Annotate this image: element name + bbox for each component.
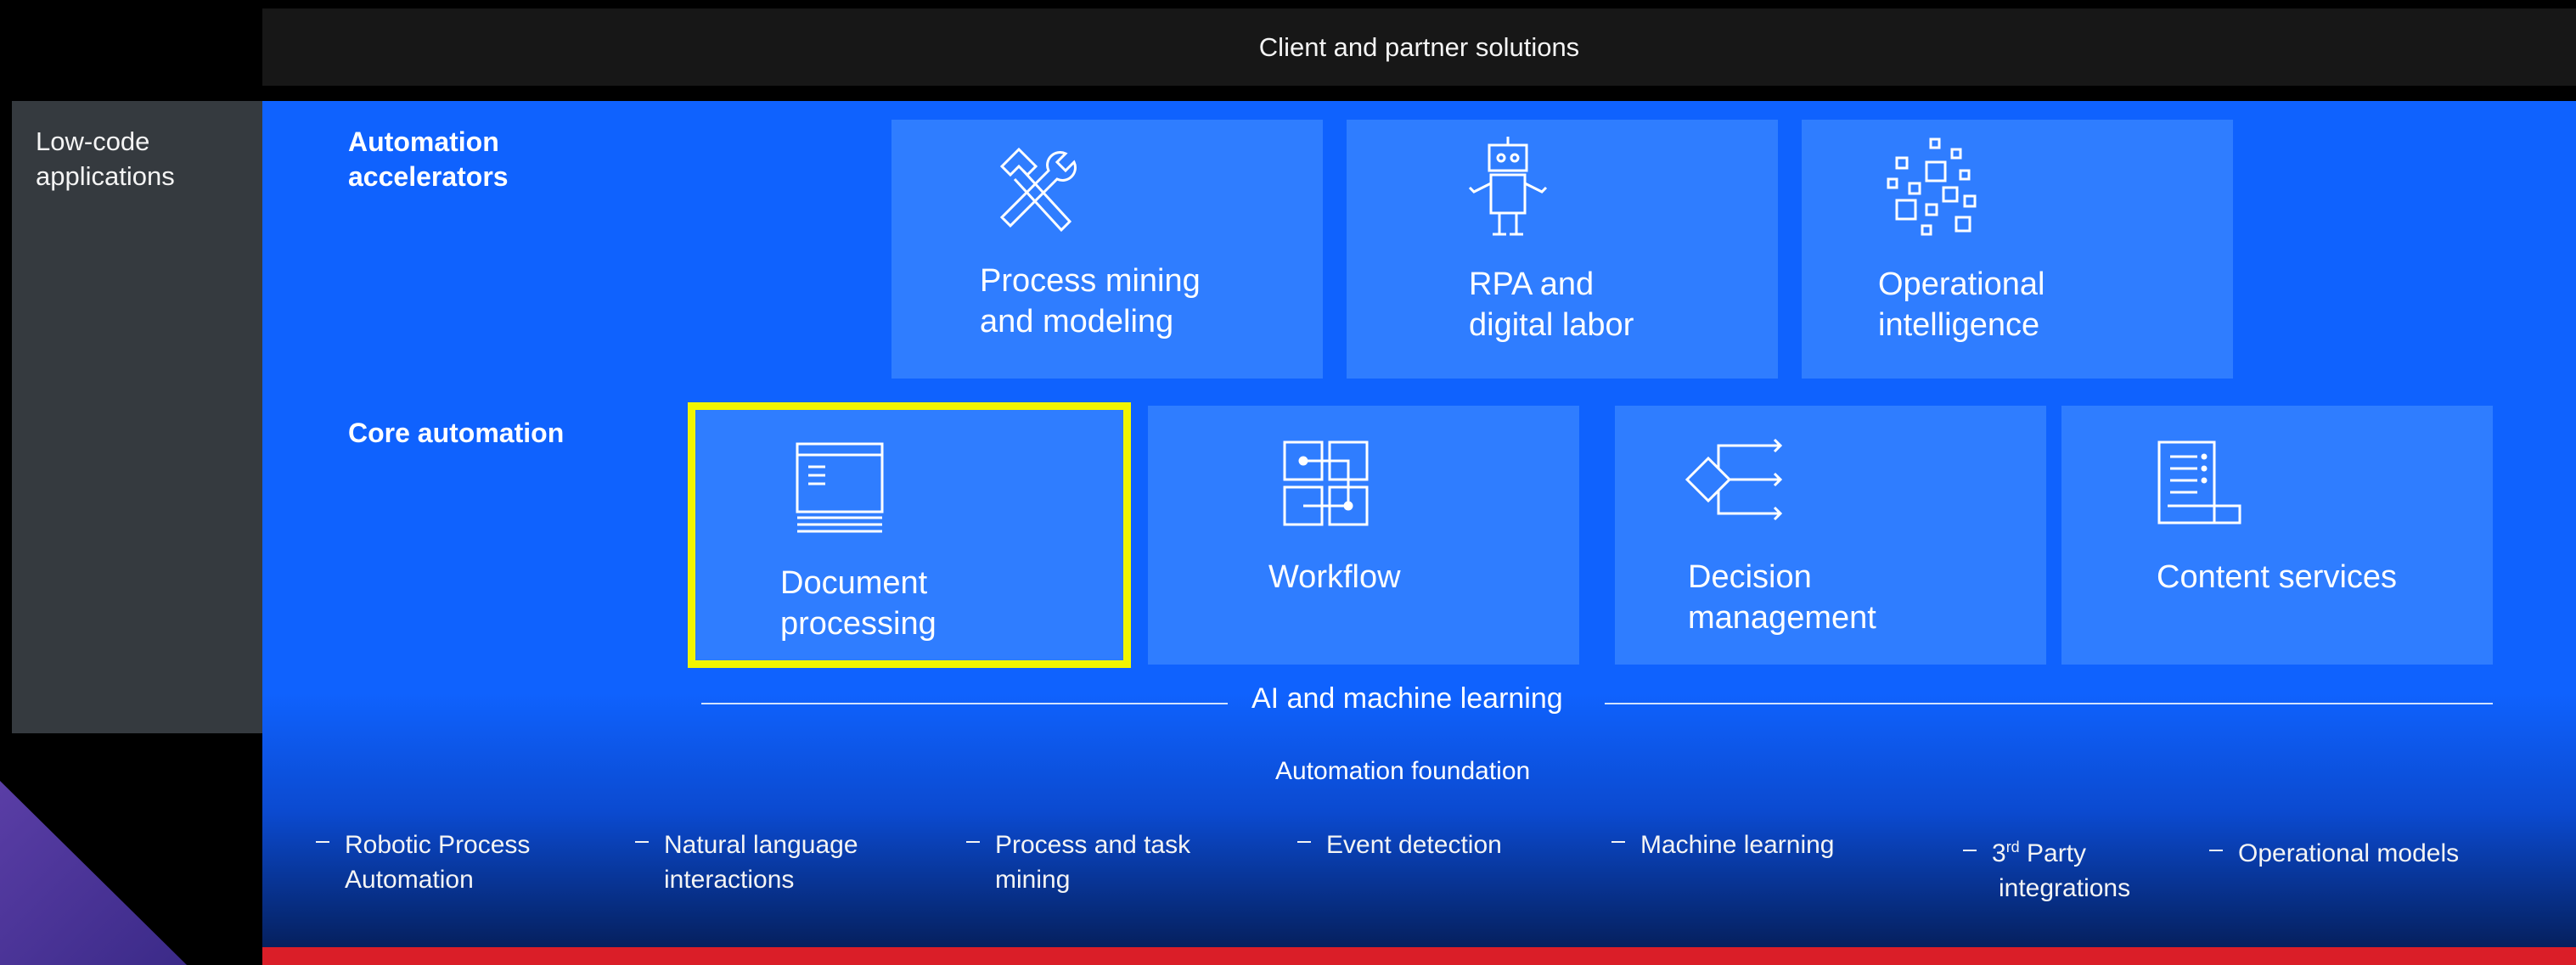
foundation-item-line1: Operational models bbox=[2238, 839, 2460, 867]
header-title: Client and partner solutions bbox=[1258, 31, 1580, 62]
foundation-item-line1: Machine learning bbox=[1640, 831, 1835, 859]
content-document-icon bbox=[2155, 438, 2248, 531]
low-code-panel: Low-code applications bbox=[12, 101, 263, 733]
tile-label-line1: Workflow bbox=[1268, 559, 1401, 595]
ai-divider-left bbox=[701, 703, 1228, 704]
tile-label-line2: management bbox=[1688, 600, 1876, 636]
foundation-item-rpa: Robotic Process Automation bbox=[316, 828, 530, 897]
decorative-triangle bbox=[0, 781, 187, 965]
foundation-item-line2: integrations bbox=[1999, 874, 2131, 902]
foundation-item-machine-learning: Machine learning bbox=[1611, 828, 1834, 862]
tile-label-line1: RPA and bbox=[1469, 266, 1595, 302]
workflow-icon bbox=[1280, 438, 1374, 531]
tile-document-processing[interactable]: Document processing bbox=[688, 402, 1131, 668]
data-blocks-icon bbox=[1880, 132, 1990, 243]
automation-foundation-title: Automation foundation bbox=[1275, 757, 1531, 785]
header-bar: Client and partner solutions bbox=[262, 8, 2576, 86]
footer-red-bar bbox=[262, 947, 2576, 965]
foundation-item-line1: Robotic Process bbox=[345, 831, 531, 859]
foundation-item-third-party: 3rd Party integrations bbox=[1963, 836, 2130, 906]
core-automation-label: Core automation bbox=[348, 418, 565, 448]
decision-icon bbox=[1683, 433, 1793, 535]
tile-label-line2: intelligence bbox=[1878, 307, 2040, 343]
foundation-item-process-mining: Process and task mining bbox=[966, 828, 1190, 897]
tile-operational-intelligence[interactable]: Operational intelligence bbox=[1802, 120, 2233, 379]
foundation-item-line1: Event detection bbox=[1326, 831, 1502, 859]
automation-accelerators-label: Automation accelerators bbox=[348, 126, 509, 192]
hammer-wrench-icon bbox=[985, 141, 1087, 243]
tile-label-line2: digital labor bbox=[1469, 307, 1634, 343]
tile-process-mining[interactable]: Process mining and modeling bbox=[891, 120, 1323, 379]
foundation-item-operational-models: Operational models bbox=[2209, 836, 2459, 871]
tile-label-line1: Decision bbox=[1688, 559, 1812, 595]
tile-workflow[interactable]: Workflow bbox=[1148, 406, 1579, 665]
third-party-rest: Party bbox=[2019, 839, 2087, 867]
tile-decision-management[interactable]: Decision management bbox=[1615, 406, 2046, 665]
tile-label-line1: Operational bbox=[1878, 266, 2045, 302]
third-party-prefix: 3 bbox=[1992, 839, 2006, 867]
foundation-item-line2: mining bbox=[995, 866, 1071, 894]
tile-rpa-digital-labor[interactable]: RPA and digital labor bbox=[1347, 120, 1778, 379]
foundation-item-event-detection: Event detection bbox=[1297, 828, 1502, 862]
document-scan-icon bbox=[793, 440, 886, 533]
tile-label-line1: Document bbox=[780, 565, 928, 601]
foundation-item-line1: Process and task bbox=[995, 831, 1191, 859]
ai-ml-label: AI and machine learning bbox=[1251, 682, 1563, 715]
foundation-item-line2: Automation bbox=[345, 866, 474, 894]
tile-label-line2: processing bbox=[780, 606, 936, 642]
robot-icon bbox=[1457, 132, 1559, 243]
tile-label-line1: Process mining bbox=[980, 263, 1201, 299]
foundation-item-line1: Natural language bbox=[664, 831, 858, 859]
low-code-label: Low-code applications bbox=[36, 126, 175, 191]
foundation-item-nl: Natural language interactions bbox=[635, 828, 858, 897]
tile-content-services[interactable]: Content services bbox=[2061, 406, 2493, 665]
foundation-item-line2: interactions bbox=[664, 866, 795, 894]
ai-divider-right bbox=[1605, 703, 2493, 704]
third-party-sup: rd bbox=[2005, 839, 2020, 856]
tile-label-line1: Content services bbox=[2157, 559, 2398, 595]
tile-label-line2: and modeling bbox=[980, 304, 1174, 339]
